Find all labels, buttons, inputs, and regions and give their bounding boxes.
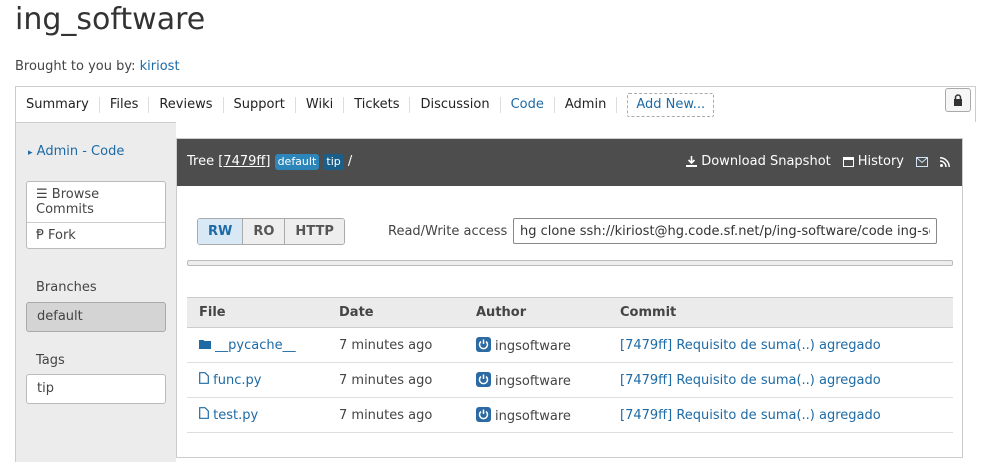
table-row: __pycache__ 7 minutes ago ingsoftware [7… bbox=[187, 327, 953, 363]
rss-icon bbox=[940, 156, 950, 167]
byline-user-link[interactable]: kiriost bbox=[140, 59, 180, 74]
file-date: 7 minutes ago bbox=[327, 362, 464, 398]
author-name: ingsoftware bbox=[495, 373, 571, 389]
download-icon bbox=[686, 156, 698, 167]
power-icon bbox=[478, 374, 489, 384]
fork-label: Fork bbox=[47, 228, 76, 243]
col-file: File bbox=[187, 297, 327, 328]
power-icon bbox=[478, 409, 489, 419]
table-row: test.py 7 minutes ago ingsoftware [7479f… bbox=[187, 397, 953, 433]
file-author[interactable]: ingsoftware bbox=[464, 397, 608, 433]
nav-wiki[interactable]: Wiki bbox=[296, 96, 345, 113]
avatar bbox=[476, 371, 491, 387]
branches-label: Branches bbox=[36, 280, 97, 295]
commit-message-link[interactable]: [7479ff] Requisito de suma(..) agregado bbox=[620, 338, 881, 353]
envelope-icon bbox=[916, 156, 928, 167]
sidebar: ▸ Admin - Code ☰ Browse Commits Ᵽ Fork B… bbox=[15, 122, 176, 462]
file-icon bbox=[199, 407, 209, 419]
col-date: Date bbox=[327, 297, 464, 328]
lock-button[interactable] bbox=[945, 88, 971, 112]
byline: Brought to you by: kiriost bbox=[15, 59, 180, 74]
commit-link[interactable]: [7479ff] bbox=[218, 154, 270, 169]
byline-prefix: Brought to you by: bbox=[15, 59, 136, 74]
file-table: File Date Author Commit __pycache__ 7 mi… bbox=[187, 297, 953, 433]
commit-message-link[interactable]: [7479ff] Requisito de suma(..) agregado bbox=[620, 373, 881, 388]
project-nav: Summary Files Reviews Support Wiki Ticke… bbox=[15, 86, 976, 122]
folder-icon bbox=[199, 339, 211, 349]
file-date: 7 minutes ago bbox=[327, 397, 464, 433]
history-label: History bbox=[857, 154, 904, 169]
avatar bbox=[476, 336, 491, 352]
clone-command-input[interactable] bbox=[513, 218, 937, 244]
tags-label: Tags bbox=[36, 353, 65, 368]
file-name: test.py bbox=[213, 408, 259, 423]
email-subscribe-button[interactable] bbox=[916, 156, 928, 167]
sidebar-actions: ☰ Browse Commits Ᵽ Fork bbox=[26, 181, 166, 249]
file-date: 7 minutes ago bbox=[327, 327, 464, 363]
branch-default[interactable]: default bbox=[26, 302, 166, 332]
table-header-row: File Date Author Commit bbox=[187, 297, 953, 328]
ro-button[interactable]: RO bbox=[243, 219, 286, 244]
caret-right-icon: ▸ bbox=[28, 148, 33, 158]
tag-tip[interactable]: tip bbox=[26, 374, 166, 404]
nav-admin[interactable]: Admin bbox=[555, 96, 618, 113]
nav-support[interactable]: Support bbox=[224, 96, 296, 113]
author-name: ingsoftware bbox=[495, 408, 571, 424]
code-browser: Tree [7479ff] default tip / Download Sna… bbox=[176, 138, 963, 458]
header-actions: Download Snapshot History bbox=[686, 154, 950, 169]
col-author: Author bbox=[464, 297, 608, 328]
admin-code-label: Admin - Code bbox=[36, 144, 125, 159]
lock-icon bbox=[954, 94, 962, 106]
file-icon bbox=[199, 372, 209, 384]
file-name: func.py bbox=[213, 373, 262, 388]
file-link[interactable]: __pycache__ bbox=[199, 338, 296, 353]
file-link[interactable]: test.py bbox=[199, 407, 259, 423]
branch-badge: default bbox=[274, 154, 320, 170]
history-button[interactable]: History bbox=[842, 154, 904, 169]
tip-badge: tip bbox=[323, 154, 344, 170]
tree-label: Tree bbox=[187, 154, 215, 169]
admin-code-link[interactable]: ▸ Admin - Code bbox=[28, 144, 124, 159]
http-button[interactable]: HTTP bbox=[285, 219, 344, 244]
access-label: Read/Write access bbox=[388, 224, 508, 239]
divider-bar bbox=[187, 260, 953, 266]
nav-tickets[interactable]: Tickets bbox=[344, 96, 411, 113]
tree-breadcrumb: Tree [7479ff] default tip / bbox=[187, 154, 352, 170]
file-name: __pycache__ bbox=[215, 337, 296, 353]
fork-link[interactable]: Ᵽ Fork bbox=[27, 222, 165, 248]
browse-commits-link[interactable]: ☰ Browse Commits bbox=[27, 182, 165, 222]
tree-header: Tree [7479ff] default tip / Download Sna… bbox=[177, 139, 962, 186]
file-link[interactable]: func.py bbox=[199, 372, 262, 388]
path-separator: / bbox=[347, 154, 353, 169]
fork-icon: Ᵽ bbox=[36, 228, 44, 243]
calendar-icon bbox=[842, 157, 854, 167]
download-snapshot-button[interactable]: Download Snapshot bbox=[686, 154, 831, 169]
nav-reviews[interactable]: Reviews bbox=[149, 96, 224, 113]
nav-code[interactable]: Code bbox=[501, 96, 555, 113]
project-title: ing_software bbox=[15, 2, 206, 37]
file-author[interactable]: ingsoftware bbox=[464, 362, 608, 398]
nav-files[interactable]: Files bbox=[100, 96, 150, 113]
nav-discussion[interactable]: Discussion bbox=[410, 96, 501, 113]
power-icon bbox=[478, 339, 489, 349]
rss-feed-button[interactable] bbox=[940, 156, 950, 167]
nav-summary[interactable]: Summary bbox=[16, 96, 100, 113]
list-icon: ☰ bbox=[36, 187, 48, 202]
col-commit: Commit bbox=[608, 297, 953, 328]
commit-message-link[interactable]: [7479ff] Requisito de suma(..) agregado bbox=[620, 408, 881, 423]
add-new-button[interactable]: Add New... bbox=[627, 92, 715, 117]
rw-button[interactable]: RW bbox=[198, 219, 244, 244]
download-label: Download Snapshot bbox=[701, 154, 831, 169]
table-row: func.py 7 minutes ago ingsoftware [7479f… bbox=[187, 362, 953, 398]
avatar bbox=[476, 406, 491, 422]
file-author[interactable]: ingsoftware bbox=[464, 327, 608, 363]
clone-protocol-group: RW RO HTTP bbox=[197, 218, 345, 245]
author-name: ingsoftware bbox=[495, 338, 571, 354]
